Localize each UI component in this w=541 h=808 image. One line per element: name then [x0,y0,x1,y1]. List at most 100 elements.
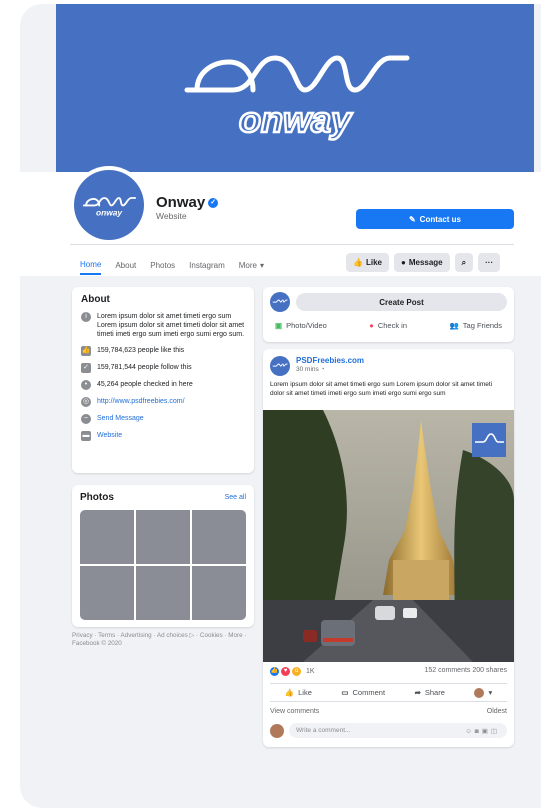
likes-count: 159,784,623 people like this [97,347,185,354]
emoji-icon[interactable]: ☺ [465,728,475,735]
like-post-button[interactable]: 👍 Like [285,688,312,697]
follow-icon: ✓ [81,363,91,373]
camera-icon[interactable]: ◙ [475,728,482,735]
onway-mini-logo-icon [272,299,288,303]
see-all-link[interactable]: See all [225,494,246,501]
footer-links[interactable]: Privacy · Terms · Advertising · Ad choic… [72,632,258,648]
thumbs-up-icon: 👍 [81,346,91,356]
caret-down-icon: ▾ [259,260,264,270]
contact-us-button[interactable]: ✎ Contact us [356,209,514,229]
reactions-summary[interactable]: 👍 ♥ o 1K 152 comments 200 shares [270,667,507,676]
thumbs-up-icon: 👍 [353,258,363,267]
about-card: About i Lorem ipsum dolor sit amet timeti… [72,287,254,473]
caret-down-icon: ▾ [488,688,493,697]
comment-placeholder: Write a comment... [296,727,351,734]
photo-video-button[interactable]: ▣ Photo/Video [275,321,327,330]
follows-count: 159,781,544 people follow this [97,364,192,371]
header-divider [70,244,514,245]
tab-instagram[interactable]: Instagram [189,255,225,275]
photo-thumbnail[interactable] [136,566,190,620]
page-frame: onway onway Onway ✓ Website ✎ Contact us… [20,4,541,808]
verified-badge-icon: ✓ [208,197,219,208]
website-category-link[interactable]: Website [97,431,122,441]
message-button[interactable]: ● Message [393,253,450,272]
comment-input[interactable]: Write a comment... ☺◙▣◫ [289,723,507,738]
create-post-button[interactable]: Create Post [296,293,507,311]
comment-sort[interactable]: Oldest [487,708,507,715]
tag-friends-button[interactable]: 👥 Tag Friends [449,321,502,330]
avatar [270,723,284,738]
website-icon: ▬ [81,431,91,441]
comment-tools: ☺◙▣◫ [465,727,500,735]
contact-us-label: Contact us [419,214,462,224]
reaction-avatar-dropdown[interactable]: ▾ [474,687,493,698]
comments-bar: View comments Oldest [270,708,507,715]
website-link[interactable]: http://www.psdfreebies.com/ [97,397,185,407]
create-post-card: Create Post ▣ Photo/Video ● Check in 👥 Tag … [263,287,514,342]
photo-thumbnail[interactable] [192,510,246,564]
pencil-icon: ✎ [408,214,416,224]
page-actions: 👍 Like ● Message ⌕ ··· [346,253,501,272]
post-time[interactable]: 30 mins ◔ [296,366,364,373]
share-icon: ➦ [414,688,421,697]
avatar[interactable]: onway [70,166,148,244]
tab-photos[interactable]: Photos [150,255,175,275]
photo-thumbnail[interactable] [192,566,246,620]
tab-about[interactable]: About [115,255,136,275]
page-tabs: Home About Photos Instagram More ▾ [80,255,278,275]
checkin-icon: ● [369,321,374,330]
photos-card: Photos See all [72,485,254,627]
comments-shares-count[interactable]: 152 comments 200 shares [425,667,508,676]
like-reaction-icon: 👍 [270,667,279,676]
post-actions: 👍 Like ▭ Comment ➦ Share ▾ [270,683,507,702]
avatar [270,292,290,312]
tab-home[interactable]: Home [80,255,102,275]
globe-icon: ◎ [81,397,91,407]
like-page-button[interactable]: 👍 Like [346,253,389,272]
search-button[interactable]: ⌕ [454,253,474,272]
check-in-button[interactable]: ● Check in [369,321,407,330]
tag-friends-icon: 👥 [449,321,459,330]
cover-banner: onway [56,4,534,172]
photo-icon: ▣ [275,321,283,330]
page-category: Website [156,211,187,221]
reactions-count: 1K [306,668,315,675]
tab-more[interactable]: More ▾ [239,255,264,275]
view-comments-link[interactable]: View comments [270,708,319,715]
love-reaction-icon: ♥ [281,667,290,676]
wow-reaction-icon: o [292,667,301,676]
svg-text:onway: onway [239,99,353,140]
comment-button[interactable]: ▭ Comment [341,688,385,697]
more-options-button[interactable]: ··· [478,253,501,272]
sticker-icon[interactable]: ◫ [491,728,500,735]
photos-title: Photos [80,492,114,503]
checkins-count: 45,264 people checked in here [97,381,193,388]
messenger-icon: ~ [81,414,91,424]
post-text: Lorem ipsum dolor sit amet timeti ergo s… [270,381,493,397]
thumbs-up-outline-icon: 👍 [284,688,295,697]
onway-avatar-logo-icon: onway [82,197,137,217]
pagoda-street-image [263,410,514,662]
post-image[interactable] [263,410,514,662]
search-icon: ⌕ [461,257,467,267]
onway-mini-logo-icon [272,363,288,367]
photo-thumbnail[interactable] [80,566,134,620]
photo-grid [80,510,246,620]
svg-text:onway: onway [96,207,122,217]
send-message-link[interactable]: Send Message [97,414,144,424]
messenger-icon: ● [400,258,406,267]
avatar [474,687,485,698]
comment-icon: ▭ [341,688,349,697]
gif-icon[interactable]: ▣ [482,728,491,735]
post-card: PSDFreebies.com 30 mins ◔ Lorem ipsum do… [263,349,514,747]
about-title: About [81,294,110,305]
page-name-text: Onway [156,194,206,211]
share-button[interactable]: ➦ Share [415,688,445,697]
avatar[interactable] [270,356,290,376]
more-dots-icon: ··· [485,258,494,267]
page-name: Onway ✓ [156,194,219,211]
about-description: Lorem ipsum dolor sit amet timeti ergo s… [97,313,245,338]
photo-thumbnail[interactable] [136,510,190,564]
photo-thumbnail[interactable] [80,510,134,564]
post-author[interactable]: PSDFreebies.com [296,356,364,365]
